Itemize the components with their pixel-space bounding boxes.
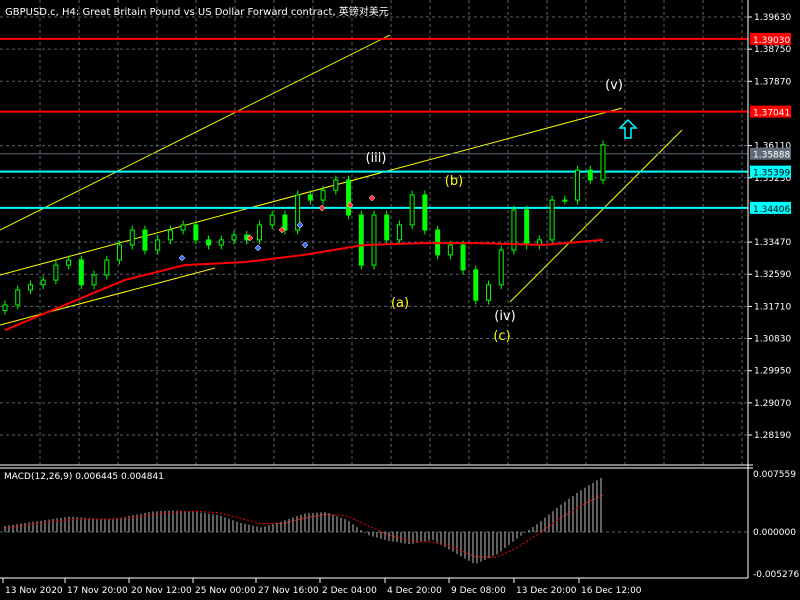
y-tick-label: 1.30830 bbox=[754, 335, 791, 345]
candle bbox=[524, 209, 530, 246]
candle bbox=[587, 169, 593, 181]
x-tick-label: 25 Nov 00:00 bbox=[195, 586, 256, 596]
candle bbox=[358, 214, 364, 266]
candle bbox=[78, 259, 84, 286]
macd-tick-label: -0.005276 bbox=[753, 570, 799, 580]
y-tick-label: 1.29070 bbox=[754, 399, 791, 409]
y-tick-label: 1.33470 bbox=[754, 238, 791, 248]
trendline bbox=[0, 107, 623, 276]
x-tick-label: 4 Dec 20:00 bbox=[387, 586, 442, 596]
candle bbox=[218, 239, 224, 246]
candle bbox=[155, 239, 161, 251]
price-chart[interactable]: (iii) (b) (a) (iv) (c) (v) 1.39630 1.38750 1.37… bbox=[0, 0, 800, 600]
candle bbox=[256, 224, 262, 241]
candle bbox=[269, 214, 275, 226]
y-tick-label: 1.28190 bbox=[754, 431, 791, 441]
x-tick-label: 16 Dec 12:00 bbox=[581, 586, 642, 596]
candle bbox=[15, 289, 21, 306]
x-tick-label: 27 Nov 16:00 bbox=[258, 586, 319, 596]
candle bbox=[320, 189, 326, 201]
candle bbox=[473, 269, 479, 301]
candle bbox=[333, 179, 339, 191]
y-tick-label: 1.32590 bbox=[754, 270, 791, 280]
fractal-marker bbox=[318, 204, 326, 212]
chart-title: GBPUSD.c, H4: Great Britain Pound vs US … bbox=[5, 7, 389, 18]
candle bbox=[485, 284, 491, 301]
candle bbox=[2, 304, 8, 311]
candle bbox=[371, 214, 377, 266]
trendline bbox=[0, 34, 391, 231]
wave-label: (b) bbox=[445, 174, 463, 189]
candle bbox=[600, 144, 606, 181]
y-tick-label: 1.31710 bbox=[754, 302, 791, 312]
fractal-marker bbox=[178, 254, 186, 262]
macd-tick-label: 0.007559 bbox=[753, 470, 796, 480]
candle bbox=[142, 229, 148, 251]
wave-label: (iii) bbox=[366, 151, 387, 166]
trendline bbox=[0, 267, 216, 326]
fractal-marker bbox=[301, 241, 309, 249]
y-tick-label: 1.37870 bbox=[754, 77, 791, 87]
macd-indicator bbox=[4, 477, 604, 564]
fractal-marker bbox=[254, 244, 262, 252]
x-tick-label: 13 Dec 20:00 bbox=[516, 586, 577, 596]
wave-label: (a) bbox=[391, 296, 409, 311]
candle bbox=[180, 224, 186, 231]
candle bbox=[66, 259, 72, 266]
y-tick-label: 1.38750 bbox=[754, 45, 791, 55]
candle bbox=[193, 224, 199, 241]
price-level-label: 1.34406 bbox=[753, 205, 790, 215]
candle bbox=[562, 199, 568, 202]
candle bbox=[549, 199, 555, 241]
candle bbox=[91, 274, 97, 286]
candle bbox=[396, 224, 402, 241]
candle bbox=[53, 264, 59, 281]
wave-label: (v) bbox=[605, 78, 623, 93]
candle bbox=[27, 284, 33, 291]
fractal-marker bbox=[368, 194, 376, 202]
candles bbox=[2, 140, 606, 315]
up-arrow-icon bbox=[618, 118, 638, 139]
macd-title: MACD(12,26,9) 0.006445 0.004841 bbox=[4, 472, 164, 482]
candle bbox=[307, 194, 313, 201]
candle bbox=[104, 259, 110, 276]
price-level-label: 1.39030 bbox=[753, 36, 790, 46]
horizontal-levels bbox=[0, 37, 748, 209]
candle bbox=[206, 239, 212, 246]
candle bbox=[346, 179, 352, 216]
price-level-label: 1.35888 bbox=[753, 151, 790, 161]
y-tick-label: 1.39630 bbox=[754, 13, 791, 23]
trendline bbox=[509, 129, 683, 303]
candle bbox=[282, 214, 288, 231]
macd-signal-line bbox=[4, 494, 604, 558]
macd-tick-label: 0.000000 bbox=[753, 528, 796, 538]
candle bbox=[129, 229, 135, 246]
x-tick-label: 17 Nov 20:00 bbox=[67, 586, 128, 596]
x-tick-label: 9 Dec 08:00 bbox=[451, 586, 506, 596]
wave-label: (c) bbox=[493, 329, 510, 344]
candle bbox=[117, 244, 123, 261]
x-tick-label: 2 Dec 04:00 bbox=[322, 586, 377, 596]
x-tick-label: 13 Nov 2020 bbox=[5, 586, 63, 596]
candle bbox=[498, 249, 504, 286]
x-tick-label: 20 Nov 12:00 bbox=[131, 586, 192, 596]
wave-label: (iv) bbox=[494, 309, 515, 324]
price-level-label: 1.35399 bbox=[753, 169, 790, 179]
candle bbox=[40, 279, 46, 286]
candle bbox=[575, 169, 581, 201]
candle bbox=[447, 244, 453, 256]
candle bbox=[231, 234, 237, 241]
candle bbox=[422, 194, 428, 231]
candle bbox=[167, 229, 173, 241]
price-level-label: 1.37041 bbox=[753, 109, 790, 119]
candle bbox=[384, 214, 390, 241]
candle bbox=[409, 194, 415, 226]
y-tick-label: 1.29950 bbox=[754, 367, 791, 377]
candle bbox=[460, 244, 466, 271]
